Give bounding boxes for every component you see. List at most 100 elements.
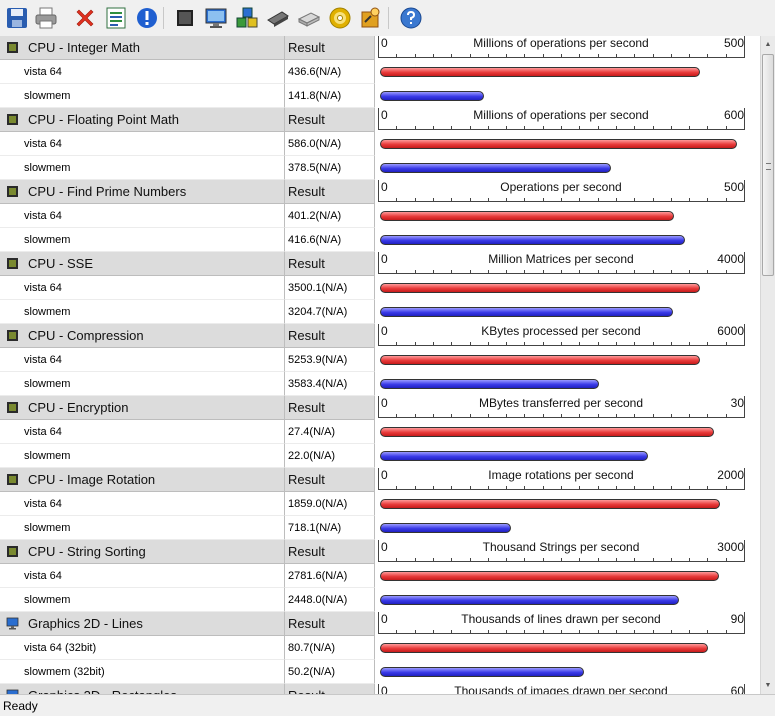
- category-header-row[interactable]: Graphics 2D - RectanglesResult0Thousands…: [0, 684, 760, 694]
- cpu-icon: [6, 401, 19, 414]
- monitor-icon: [6, 617, 19, 630]
- result-bar: [380, 643, 709, 653]
- result-value: 1859.0(N/A): [285, 492, 375, 516]
- scroll-up-icon[interactable]: ▲: [761, 36, 775, 53]
- machine-name: vista 64: [0, 492, 285, 516]
- save-icon[interactable]: [4, 5, 30, 31]
- category-name: CPU - Find Prime Numbers: [0, 180, 285, 204]
- result-bar: [380, 163, 611, 173]
- tools-icon[interactable]: [358, 5, 384, 31]
- table-row[interactable]: slowmem 3583.4(N/A): [0, 372, 760, 396]
- table-row[interactable]: slowmem 2448.0(N/A): [0, 588, 760, 612]
- category-header-row[interactable]: CPU - Image Rotation Result 0 Image rotatio…: [0, 468, 760, 492]
- scrollbar-thumb[interactable]: [762, 54, 774, 276]
- result-bar: [380, 355, 701, 365]
- scale-unit-label: Image rotations per second: [488, 468, 634, 482]
- vertical-scrollbar[interactable]: ▲ ▼: [760, 36, 775, 694]
- machine-name: slowmem: [0, 228, 285, 252]
- category-header-row[interactable]: CPU - Integer Math Result 0 Millions of ope…: [0, 36, 760, 60]
- table-row[interactable]: slowmem 718.1(N/A): [0, 516, 760, 540]
- table-row[interactable]: vista 64 436.6(N/A): [0, 60, 760, 84]
- cd-icon[interactable]: [327, 5, 353, 31]
- category-header-row[interactable]: CPU - SSE Result 0 Million Matrices per sec…: [0, 252, 760, 276]
- result-column-header: Result: [285, 36, 375, 60]
- table-row[interactable]: slowmem 3204.7(N/A): [0, 300, 760, 324]
- table-row[interactable]: vista 64 401.2(N/A): [0, 204, 760, 228]
- scale-axis: 0 Thousands of lines drawn per second 90: [378, 612, 745, 634]
- scroll-down-icon[interactable]: ▼: [761, 677, 775, 694]
- status-bar: Ready: [0, 694, 775, 716]
- blocks-icon[interactable]: [234, 5, 260, 31]
- result-column-header: Result: [285, 612, 375, 636]
- machine-name: slowmem: [0, 300, 285, 324]
- toolbar-separator: [388, 7, 389, 29]
- cpu-icon: [6, 185, 19, 198]
- cpu-icon: [6, 113, 19, 126]
- drive-icon[interactable]: [296, 5, 322, 31]
- result-value: 141.8(N/A): [285, 84, 375, 108]
- category-name: CPU - Encryption: [0, 396, 285, 420]
- status-text: Ready: [3, 698, 38, 713]
- results-table: CPU - Integer Math Result 0 Millions of ope…: [0, 36, 760, 694]
- scale-unit-label: Thousand Strings per second: [482, 540, 640, 554]
- scale-unit-label: Thousands of lines drawn per second: [461, 612, 661, 626]
- table-row[interactable]: vista 64 27.4(N/A): [0, 420, 760, 444]
- result-value: 3583.4(N/A): [285, 372, 375, 396]
- monitor-icon[interactable]: [203, 5, 229, 31]
- result-value: 718.1(N/A): [285, 516, 375, 540]
- machine-name: slowmem: [0, 372, 285, 396]
- machine-name: vista 64: [0, 60, 285, 84]
- table-row[interactable]: slowmem 22.0(N/A): [0, 444, 760, 468]
- help-icon[interactable]: [398, 5, 424, 31]
- table-row[interactable]: vista 64 5253.9(N/A): [0, 348, 760, 372]
- table-row[interactable]: vista 64 1859.0(N/A): [0, 492, 760, 516]
- category-title: CPU - String Sorting: [28, 544, 146, 559]
- scale-unit-label: MBytes transferred per second: [478, 396, 644, 410]
- result-value: 27.4(N/A): [285, 420, 375, 444]
- table-row[interactable]: slowmem 141.8(N/A): [0, 84, 760, 108]
- category-header-row[interactable]: CPU - String Sorting Result 0 Thousand Stri…: [0, 540, 760, 564]
- result-value: 416.6(N/A): [285, 228, 375, 252]
- table-row[interactable]: slowmem 378.5(N/A): [0, 156, 760, 180]
- category-header-row[interactable]: CPU - Encryption Result 0 MBytes transferre…: [0, 396, 760, 420]
- result-bar: [380, 571, 720, 581]
- result-value: 3500.1(N/A): [285, 276, 375, 300]
- stop-icon[interactable]: [172, 5, 198, 31]
- category-title: CPU - Integer Math: [28, 40, 140, 55]
- machine-name: vista 64: [0, 564, 285, 588]
- scale-axis: 0 KBytes processed per second 6000: [378, 324, 745, 346]
- table-row[interactable]: vista 64 (32bit) 80.7(N/A): [0, 636, 760, 660]
- result-bar: [380, 307, 674, 317]
- delete-icon[interactable]: [72, 5, 98, 31]
- result-value: 22.0(N/A): [285, 444, 375, 468]
- report-icon[interactable]: [103, 5, 129, 31]
- category-name: CPU - Floating Point Math: [0, 108, 285, 132]
- category-header-row[interactable]: CPU - Find Prime Numbers Result 0 Operation…: [0, 180, 760, 204]
- category-header-row[interactable]: Graphics 2D - Lines Result 0 Thousands of l…: [0, 612, 760, 636]
- table-row[interactable]: vista 64 3500.1(N/A): [0, 276, 760, 300]
- category-header-row[interactable]: CPU - Floating Point Math Result 0 Millions…: [0, 108, 760, 132]
- result-value: 50.2(N/A): [285, 660, 375, 684]
- result-value: 5253.9(N/A): [285, 348, 375, 372]
- result-bar: [380, 235, 685, 245]
- machine-name: slowmem: [0, 156, 285, 180]
- scale-unit-label: Millions of operations per second: [473, 36, 649, 50]
- toolbar-separator: [163, 7, 164, 29]
- scale-max-label: 600: [723, 108, 744, 122]
- category-title: CPU - Find Prime Numbers: [28, 184, 187, 199]
- result-value: 2448.0(N/A): [285, 588, 375, 612]
- table-row[interactable]: slowmem (32bit) 50.2(N/A): [0, 660, 760, 684]
- cpu-icon: [6, 545, 19, 558]
- memory-icon[interactable]: [265, 5, 291, 31]
- machine-name: slowmem: [0, 588, 285, 612]
- table-row[interactable]: vista 64 586.0(N/A): [0, 132, 760, 156]
- print-icon[interactable]: [33, 5, 59, 31]
- result-value: 436.6(N/A): [285, 60, 375, 84]
- table-row[interactable]: vista 64 2781.6(N/A): [0, 564, 760, 588]
- machine-name: vista 64: [0, 204, 285, 228]
- category-header-row[interactable]: CPU - Compression Result 0 KBytes processed…: [0, 324, 760, 348]
- info-icon[interactable]: [134, 5, 160, 31]
- table-row[interactable]: slowmem 416.6(N/A): [0, 228, 760, 252]
- scale-unit-label: KBytes processed per second: [481, 324, 641, 338]
- toolbar: [0, 0, 775, 36]
